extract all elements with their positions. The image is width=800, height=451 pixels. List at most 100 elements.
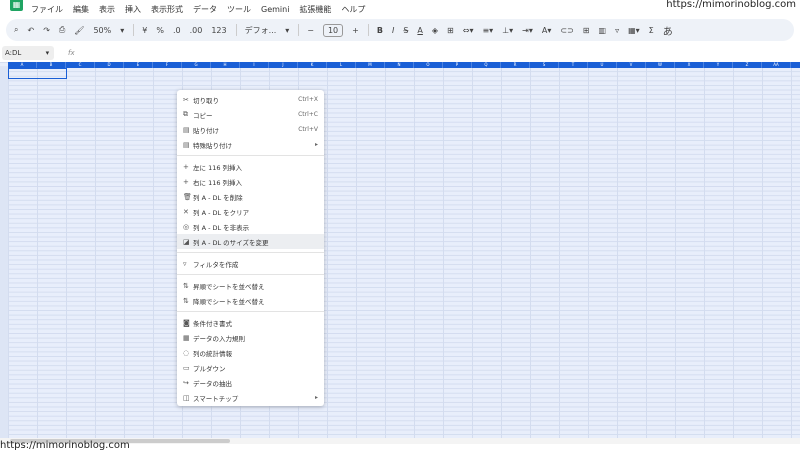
undo-icon[interactable]: ↶ <box>27 26 34 35</box>
column-header[interactable]: G <box>182 62 211 68</box>
menu-insert[interactable]: 挿入 <box>125 4 141 15</box>
search-icon[interactable]: ⌕ <box>14 25 18 35</box>
column-header[interactable]: Y <box>704 62 733 68</box>
column-header[interactable]: D <box>95 62 124 68</box>
column-header[interactable]: H <box>211 62 240 68</box>
context-menu-item[interactable]: ↪ データの抽出 <box>177 375 324 390</box>
menu-help[interactable]: ヘルプ <box>341 4 365 15</box>
borders-icon[interactable]: ⊞ <box>447 26 454 35</box>
menu-item-label: 列 A - DL のサイズを変更 <box>193 238 269 247</box>
plus-icon[interactable]: + <box>352 26 359 35</box>
column-header[interactable]: X <box>675 62 704 68</box>
zoom-select[interactable]: 50% <box>93 26 111 35</box>
column-header[interactable]: O <box>414 62 443 68</box>
column-header[interactable]: I <box>240 62 269 68</box>
filter-icon[interactable]: ▿ <box>615 26 619 35</box>
functions-icon[interactable]: Σ <box>649 26 654 35</box>
chevron-down-icon[interactable]: ▾ <box>46 49 50 57</box>
rotate-icon[interactable]: A▾ <box>542 26 552 35</box>
fill-color-icon[interactable]: ◈ <box>432 26 438 35</box>
menu-tools[interactable]: ツール <box>227 4 251 15</box>
column-header[interactable]: P <box>443 62 472 68</box>
column-header[interactable]: U <box>588 62 617 68</box>
merge-icon[interactable]: ⇔▾ <box>463 26 474 35</box>
column-header[interactable]: F <box>153 62 182 68</box>
context-menu-item[interactable]: ▿ フィルタを作成 <box>177 256 324 271</box>
strikethrough-icon[interactable]: S̶ <box>403 26 408 35</box>
column-header[interactable]: Q <box>472 62 501 68</box>
context-menu-item[interactable]: ⇅ 降順でシートを並べ替え <box>177 293 324 308</box>
column-header[interactable]: Z <box>733 62 762 68</box>
align-icon[interactable]: ≡▾ <box>482 26 493 35</box>
menu-view[interactable]: 表示 <box>99 4 115 15</box>
context-menu-item[interactable]: ◙ 条件付き書式 <box>177 315 324 330</box>
column-header[interactable]: T <box>559 62 588 68</box>
context-menu-item[interactable]: ◌ 列の統計情報 <box>177 345 324 360</box>
font-size-input[interactable]: 10 <box>322 23 344 37</box>
context-menu-item[interactable]: ◪ 列 A - DL のサイズを変更 <box>177 234 324 249</box>
row-headers <box>0 68 8 438</box>
context-menu-item[interactable]: ◎ 列 A - DL を非表示 <box>177 219 324 234</box>
context-menu-item[interactable]: 🗑 列 A - DL を削除 <box>177 189 324 204</box>
column-header[interactable]: L <box>327 62 356 68</box>
wrap-icon[interactable]: ⇥▾ <box>522 26 533 35</box>
decrease-decimal-button[interactable]: .0 <box>173 26 181 35</box>
context-menu-item[interactable]: ▤ 特殊貼り付け ▸ <box>177 137 324 152</box>
currency-button[interactable]: ¥ <box>142 26 147 35</box>
paint-format-icon[interactable]: 🖌 <box>74 26 84 35</box>
context-menu-item[interactable]: ✂ 切り取り Ctrl+X <box>177 92 324 107</box>
column-header[interactable]: K <box>298 62 327 68</box>
column-header[interactable]: J <box>269 62 298 68</box>
menu-format[interactable]: 表示形式 <box>151 4 183 15</box>
column-header[interactable]: N <box>385 62 414 68</box>
menu-extensions[interactable]: 拡張機能 <box>299 4 331 15</box>
sheet-grid[interactable]: A B C D E F G H I J K L M N O P Q R S T U V W X Y Z AA <box>0 62 800 438</box>
context-menu-item[interactable]: + 右に 116 列挿入 <box>177 174 324 189</box>
menu-data[interactable]: データ <box>193 4 217 15</box>
chevron-down-icon[interactable]: ▾ <box>120 26 124 35</box>
menu-edit[interactable]: 編集 <box>73 4 89 15</box>
context-menu-item[interactable]: ⧉ コピー Ctrl+C <box>177 107 324 122</box>
column-header[interactable]: V <box>617 62 646 68</box>
column-header[interactable]: R <box>501 62 530 68</box>
chevron-down-icon[interactable]: ▾ <box>285 26 289 35</box>
comment-icon[interactable]: ⊞ <box>583 26 590 35</box>
link-icon[interactable]: ⊂⊃ <box>560 26 573 35</box>
context-menu-item[interactable]: ▭ プルダウン <box>177 360 324 375</box>
sheets-logo-icon[interactable]: ▦ <box>10 0 23 11</box>
menu-item-label: 列 A - DL を非表示 <box>193 223 250 232</box>
filter-views-icon[interactable]: ▦▾ <box>628 26 640 35</box>
menu-gemini[interactable]: Gemini <box>261 5 289 14</box>
column-header[interactable]: AA <box>762 62 791 68</box>
valign-icon[interactable]: ⊥▾ <box>502 26 513 35</box>
number-format-button[interactable]: 123 <box>211 26 226 35</box>
column-header[interactable]: M <box>356 62 385 68</box>
bold-button[interactable]: B <box>377 26 383 35</box>
redo-icon[interactable]: ↷ <box>43 26 50 35</box>
italic-button[interactable]: I <box>392 26 394 35</box>
bulb-icon: ◌ <box>183 348 190 357</box>
increase-decimal-button[interactable]: .00 <box>190 26 203 35</box>
context-menu-item[interactable]: + 左に 116 列挿入 <box>177 159 324 174</box>
context-menu-item[interactable]: ▦ データの入力規則 <box>177 330 324 345</box>
column-header[interactable]: E <box>124 62 153 68</box>
input-tools-button[interactable]: あ <box>663 23 673 38</box>
context-menu-item[interactable]: ✕ 列 A - DL をクリア <box>177 204 324 219</box>
menu-item-label: 右に 116 列挿入 <box>193 178 243 187</box>
menu-file[interactable]: ファイル <box>31 4 63 15</box>
context-menu-item[interactable]: ⇅ 昇順でシートを並べ替え <box>177 278 324 293</box>
chart-icon[interactable]: ▥ <box>599 26 607 35</box>
column-header[interactable]: S <box>530 62 559 68</box>
minus-icon[interactable]: − <box>307 26 314 35</box>
menu-item-label: 貼り付け <box>193 126 219 135</box>
text-color-icon[interactable]: A <box>417 26 422 35</box>
context-menu-item[interactable]: ▤ 貼り付け Ctrl+V <box>177 122 324 137</box>
name-box[interactable]: A:DL ▾ <box>2 46 54 60</box>
print-icon[interactable]: ⎙ <box>59 25 65 35</box>
column-header[interactable]: W <box>646 62 675 68</box>
context-menu-item[interactable]: ◫ スマートチップ ▸ <box>177 390 324 405</box>
menu-item-label: 左に 116 列挿入 <box>193 163 243 172</box>
percent-button[interactable]: % <box>156 26 164 35</box>
column-header[interactable]: C <box>66 62 95 68</box>
font-select[interactable]: デフォ... <box>245 25 277 36</box>
